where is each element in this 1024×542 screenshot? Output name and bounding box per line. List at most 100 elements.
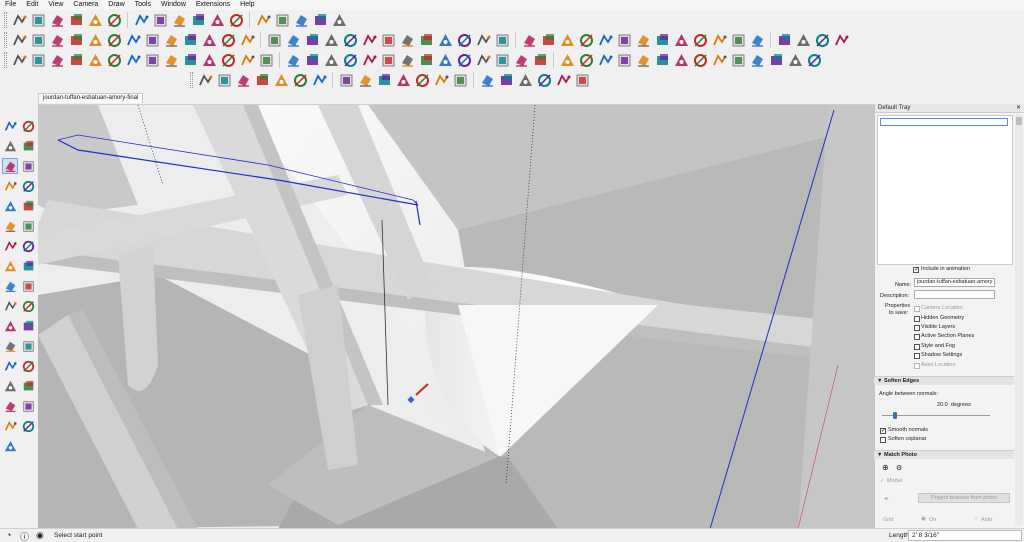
solid-intersect-icon[interactable]	[208, 11, 226, 29]
record-icon[interactable]	[729, 31, 747, 49]
vray-6-icon[interactable]	[257, 51, 275, 69]
solid-subtract-icon[interactable]	[254, 11, 272, 29]
layer-icon[interactable]	[455, 51, 473, 69]
document-tab[interactable]: jourdan-tuffan-esbatuan-amory-final	[38, 93, 144, 103]
tape-icon[interactable]	[322, 31, 340, 49]
fredo-tool-2-icon[interactable]	[29, 51, 47, 69]
stamp-icon[interactable]	[653, 31, 671, 49]
style-and-fog-checkbox[interactable]	[914, 344, 920, 350]
scale-icon[interactable]	[2, 278, 18, 294]
match-photo-icon[interactable]	[196, 71, 214, 89]
position-camera-icon[interactable]	[2, 418, 18, 434]
menu-edit[interactable]: Edit	[21, 0, 43, 10]
shadow-2-icon[interactable]	[554, 71, 572, 89]
front-view-icon[interactable]	[48, 11, 66, 29]
3d-text-icon[interactable]	[417, 31, 435, 49]
project-textures-button[interactable]: Project textures from photo	[918, 493, 1010, 503]
camera-views-icon[interactable]	[234, 71, 252, 89]
sandbox-from-contours-icon[interactable]	[596, 31, 614, 49]
include-in-animation-checkbox[interactable]	[913, 266, 919, 273]
drape-icon[interactable]	[672, 31, 690, 49]
fillet-icon[interactable]	[691, 51, 709, 69]
solid-outer-shell-icon[interactable]	[189, 11, 207, 29]
rotated-rect-icon[interactable]	[143, 31, 161, 49]
axes-icon[interactable]	[398, 31, 416, 49]
fredo-tool-1-icon[interactable]	[10, 51, 28, 69]
soften-coplanar-checkbox[interactable]	[880, 437, 886, 443]
scene-icon[interactable]	[417, 51, 435, 69]
rectangle-icon[interactable]	[2, 178, 18, 194]
split-icon[interactable]	[634, 51, 652, 69]
section-plane-icon[interactable]	[132, 11, 150, 29]
components-icon[interactable]	[356, 71, 374, 89]
rectangle-icon[interactable]	[124, 31, 142, 49]
chamfer-icon[interactable]	[710, 51, 728, 69]
move-icon[interactable]	[2, 258, 18, 274]
zoom-window-icon[interactable]	[493, 31, 511, 49]
menu-extensions[interactable]: Extensions	[191, 0, 235, 10]
zoom-icon[interactable]	[474, 31, 492, 49]
pencil-icon[interactable]	[2, 158, 18, 174]
menu-draw[interactable]: Draw	[103, 0, 129, 10]
menu-file[interactable]: File	[0, 0, 21, 10]
texture-icon[interactable]	[341, 51, 359, 69]
pan-icon[interactable]	[20, 358, 36, 374]
face-icon[interactable]	[558, 51, 576, 69]
text-icon[interactable]	[20, 318, 36, 334]
angle-slider-track[interactable]	[882, 415, 990, 416]
play-icon[interactable]	[748, 31, 766, 49]
line-tool-icon[interactable]	[10, 31, 28, 49]
walk-icon[interactable]	[2, 398, 18, 414]
solid-trim-icon[interactable]	[273, 11, 291, 29]
scale-icon[interactable]	[303, 31, 321, 49]
geo-location-icon[interactable]: ◔	[6, 530, 11, 540]
rect-2-icon[interactable]	[497, 71, 515, 89]
hidden-geometry-checkbox[interactable]	[914, 316, 920, 322]
walk-icon[interactable]	[539, 31, 557, 49]
follow-me-icon[interactable]	[219, 31, 237, 49]
styles-icon[interactable]	[394, 71, 412, 89]
circle-icon[interactable]	[2, 198, 18, 214]
polygon-icon[interactable]	[181, 31, 199, 49]
push-pull-icon[interactable]	[200, 31, 218, 49]
component-icon[interactable]	[284, 51, 302, 69]
layers-panel-icon[interactable]	[253, 71, 271, 89]
settings-gear-icon[interactable]	[474, 51, 492, 69]
pie-icon[interactable]	[105, 31, 123, 49]
fredo-tool-5-icon[interactable]	[86, 51, 104, 69]
active-section-planes-checkbox[interactable]	[914, 334, 920, 340]
bend-icon[interactable]	[729, 51, 747, 69]
arc-2pt-icon[interactable]	[67, 31, 85, 49]
play-animation-icon[interactable]	[379, 51, 397, 69]
smoove-icon[interactable]	[634, 31, 652, 49]
extrude-icon[interactable]	[653, 51, 671, 69]
vray-5-icon[interactable]	[238, 51, 256, 69]
sandbox-from-scratch-icon[interactable]	[615, 31, 633, 49]
fredo-tool-7-icon[interactable]	[124, 51, 142, 69]
triangle-icon[interactable]	[478, 71, 496, 89]
shape-icon[interactable]	[767, 51, 785, 69]
hidden-icon[interactable]	[531, 51, 549, 69]
iso-view-icon[interactable]	[10, 11, 28, 29]
erase-icon[interactable]	[20, 138, 36, 154]
user-icon[interactable]: ◉	[36, 530, 44, 541]
tape-measure-icon[interactable]	[2, 298, 18, 314]
zoom-icon[interactable]	[2, 378, 18, 394]
measure-icon[interactable]	[516, 71, 534, 89]
measurements-box[interactable]: 2' 8 3/16"	[908, 530, 1022, 541]
arc-3pt-icon[interactable]	[86, 31, 104, 49]
polygon-icon[interactable]	[20, 198, 36, 214]
rotate-icon[interactable]	[20, 258, 36, 274]
back-view-icon[interactable]	[86, 11, 104, 29]
extension-warehouse-icon[interactable]	[311, 11, 329, 29]
paint-icon[interactable]	[748, 51, 766, 69]
pie-icon[interactable]	[20, 218, 36, 234]
axes-icon[interactable]	[2, 338, 18, 354]
offset-icon[interactable]	[238, 31, 256, 49]
arc-icon[interactable]	[2, 218, 18, 234]
toolbar-grip[interactable]	[190, 72, 193, 88]
fredo-tool-4-icon[interactable]	[67, 51, 85, 69]
shadow-settings-checkbox[interactable]	[914, 353, 920, 359]
orbit-icon[interactable]	[2, 358, 18, 374]
protractor-icon[interactable]	[2, 318, 18, 334]
